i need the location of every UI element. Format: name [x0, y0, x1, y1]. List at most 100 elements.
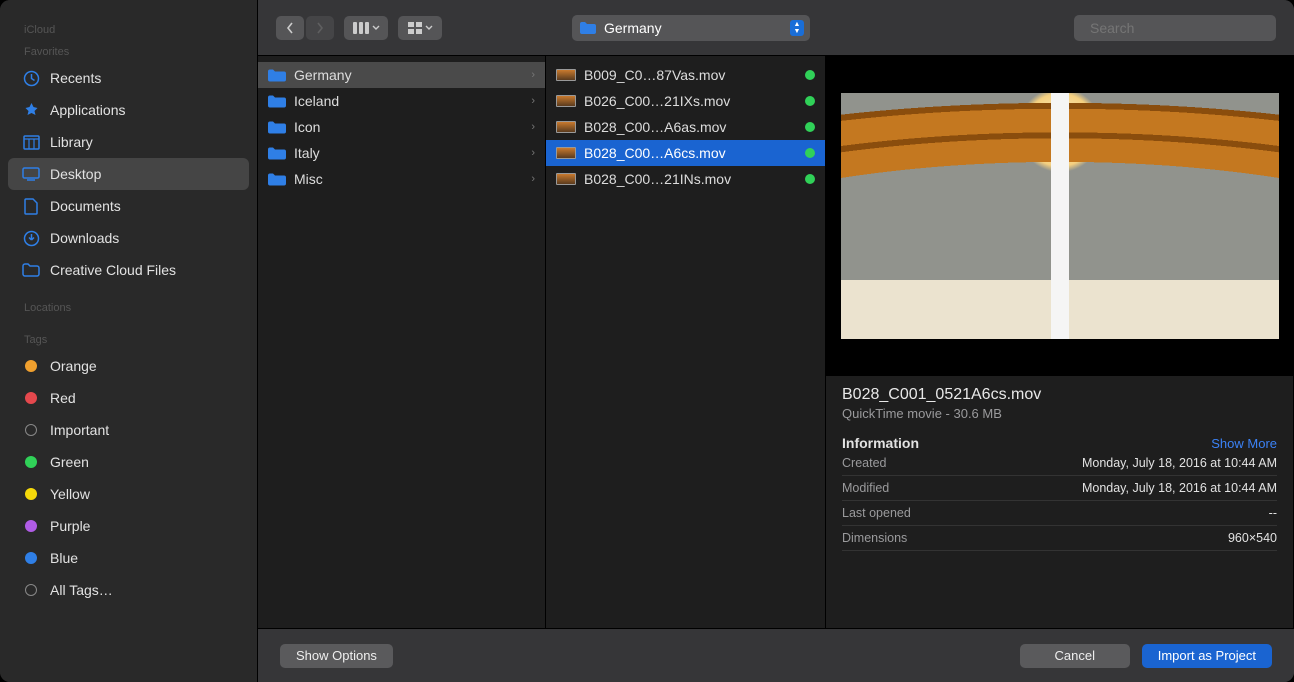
file-row[interactable]: B009_C0…87Vas.mov [546, 62, 825, 88]
folder-icon [580, 22, 596, 34]
open-dialog: iCloud Favorites Recents Applications Li… [0, 0, 1294, 682]
info-key: Modified [842, 481, 889, 495]
sidebar-item-applications[interactable]: Applications [8, 94, 249, 126]
sidebar-item-library[interactable]: Library [8, 126, 249, 158]
show-options-button[interactable]: Show Options [280, 644, 393, 668]
sidebar-item-label: Downloads [50, 230, 119, 246]
sidebar-item-tag-purple[interactable]: Purple [8, 510, 249, 542]
tag-dot-icon [805, 96, 815, 106]
show-more-link[interactable]: Show More [1211, 436, 1277, 451]
folder-icon [268, 173, 286, 186]
sidebar-header-locations: Locations [0, 296, 257, 318]
sidebar-item-label: All Tags… [50, 582, 113, 598]
tag-dot-icon [25, 360, 37, 372]
folder-icon [268, 69, 286, 82]
folder-label: Germany [294, 67, 523, 83]
sidebar-item-documents[interactable]: Documents [8, 190, 249, 222]
sidebar-item-creative-cloud[interactable]: Creative Cloud Files [8, 254, 249, 286]
sidebar-item-tag-orange[interactable]: Orange [8, 350, 249, 382]
select-arrows-icon: ▲▼ [790, 20, 804, 36]
tag-dot-icon [25, 520, 37, 532]
doc-icon [22, 197, 40, 215]
sidebar-item-label: Orange [50, 358, 97, 374]
sidebar-item-recents[interactable]: Recents [8, 62, 249, 94]
folder-icon [22, 261, 40, 279]
info-row: Created Monday, July 18, 2016 at 10:44 A… [842, 451, 1277, 476]
sidebar-item-label: Yellow [50, 486, 90, 502]
sidebar-item-tag-yellow[interactable]: Yellow [8, 478, 249, 510]
file-thumb-icon [556, 173, 576, 185]
tag-dot-icon [805, 174, 815, 184]
cancel-button[interactable]: Cancel [1020, 644, 1130, 668]
sidebar-item-label: Applications [50, 102, 126, 118]
sidebar-item-desktop[interactable]: Desktop [8, 158, 249, 190]
tag-outline-icon [25, 584, 37, 596]
sidebar-item-tag-blue[interactable]: Blue [8, 542, 249, 574]
sidebar-item-label: Library [50, 134, 93, 150]
file-row[interactable]: B028_C00…A6cs.mov [546, 140, 825, 166]
columns-icon [22, 133, 40, 151]
chevron-left-icon [286, 22, 294, 34]
arrange-button[interactable] [398, 16, 442, 40]
info-value: Monday, July 18, 2016 at 10:44 AM [1082, 481, 1277, 495]
folder-column[interactable]: Germany › Iceland › Icon › Italy › Misc … [258, 56, 546, 628]
info-value: Monday, July 18, 2016 at 10:44 AM [1082, 456, 1277, 470]
chevron-right-icon: › [531, 147, 535, 159]
sidebar-item-label: Blue [50, 550, 78, 566]
dialog-footer: Show Options Cancel Import as Project [258, 628, 1294, 682]
folder-row[interactable]: Misc › [258, 166, 545, 192]
preview-subtitle: QuickTime movie - 30.6 MB [842, 406, 1277, 421]
folder-row[interactable]: Italy › [258, 140, 545, 166]
sidebar-item-label: Red [50, 390, 76, 406]
file-thumb-icon [556, 121, 576, 133]
folder-row[interactable]: Icon › [258, 114, 545, 140]
file-row[interactable]: B028_C00…A6as.mov [546, 114, 825, 140]
view-mode-button[interactable] [344, 16, 388, 40]
download-icon [22, 229, 40, 247]
chevron-right-icon [316, 22, 324, 34]
chevron-down-icon [425, 25, 433, 31]
search-input[interactable] [1090, 20, 1271, 36]
folder-icon [268, 121, 286, 134]
path-label: Germany [604, 20, 662, 36]
info-key: Created [842, 456, 886, 470]
sidebar-item-tag-all[interactable]: All Tags… [8, 574, 249, 606]
sidebar-header-favorites: Favorites [0, 40, 257, 62]
file-column[interactable]: B009_C0…87Vas.mov B026_C00…21IXs.mov B02… [546, 56, 826, 628]
info-header: Information [842, 435, 919, 451]
info-block: B028_C001_0521A6cs.mov QuickTime movie -… [826, 376, 1293, 551]
file-label: B026_C00…21IXs.mov [584, 93, 797, 109]
import-button[interactable]: Import as Project [1142, 644, 1272, 668]
sidebar-item-downloads[interactable]: Downloads [8, 222, 249, 254]
column-browser: Germany › Iceland › Icon › Italy › Misc … [258, 56, 1294, 628]
file-row[interactable]: B026_C00…21IXs.mov [546, 88, 825, 114]
sidebar-item-label: Recents [50, 70, 101, 86]
info-value: 960×540 [1228, 531, 1277, 545]
sidebar-item-label: Important [50, 422, 109, 438]
tag-dot-icon [25, 392, 37, 404]
sidebar-item-label: Desktop [50, 166, 101, 182]
preview-column: B028_C001_0521A6cs.mov QuickTime movie -… [826, 56, 1294, 628]
chevron-right-icon: › [531, 173, 535, 185]
folder-label: Italy [294, 145, 523, 161]
preview-filename: B028_C001_0521A6cs.mov [842, 386, 1277, 404]
clock-icon [22, 69, 40, 87]
search-field[interactable] [1074, 15, 1276, 41]
sidebar-item-label: Documents [50, 198, 121, 214]
folder-row[interactable]: Iceland › [258, 88, 545, 114]
sidebar-item-tag-green[interactable]: Green [8, 446, 249, 478]
info-key: Dimensions [842, 531, 907, 545]
sidebar-item-tag-red[interactable]: Red [8, 382, 249, 414]
sidebar-item-tag-important[interactable]: Important [8, 414, 249, 446]
nav-back-button[interactable] [276, 16, 304, 40]
info-row: Dimensions 960×540 [842, 526, 1277, 551]
path-select[interactable]: Germany ▲▼ [572, 15, 810, 41]
toolbar: Germany ▲▼ [258, 0, 1294, 56]
nav-forward-button[interactable] [306, 16, 334, 40]
file-thumb-icon [556, 147, 576, 159]
folder-row[interactable]: Germany › [258, 62, 545, 88]
file-row[interactable]: B028_C00…21INs.mov [546, 166, 825, 192]
info-value: -- [1269, 506, 1277, 520]
sidebar-item-label: Creative Cloud Files [50, 262, 176, 278]
file-label: B028_C00…A6cs.mov [584, 145, 797, 161]
